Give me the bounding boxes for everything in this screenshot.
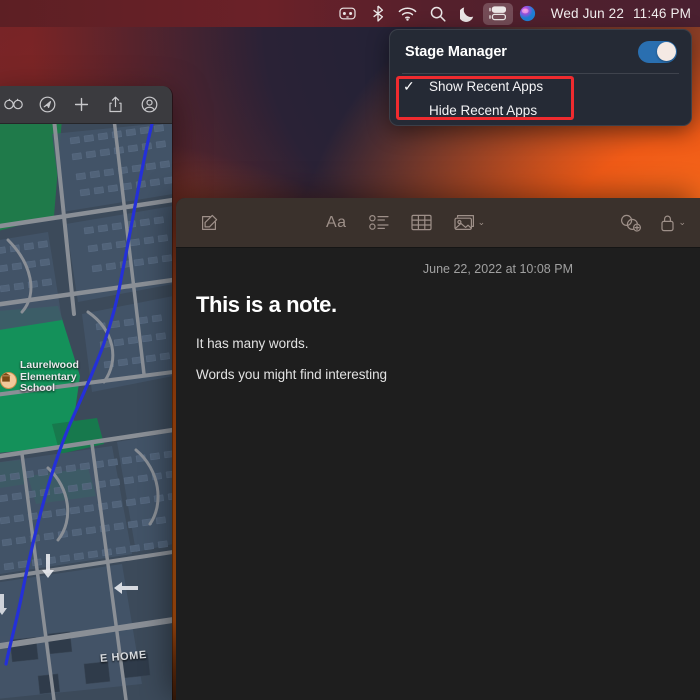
music-controls-icon[interactable] xyxy=(333,3,363,25)
menu-bar-clock[interactable]: Wed Jun 22 11:46 PM xyxy=(551,6,691,21)
menu-item-label: Show Recent Apps xyxy=(429,78,544,94)
compose-note-icon[interactable] xyxy=(192,208,226,238)
account-icon[interactable] xyxy=(132,90,166,120)
note-title[interactable]: This is a note. xyxy=(196,292,680,318)
format-text-label: Aa xyxy=(326,213,347,231)
directions-icon[interactable] xyxy=(30,90,64,120)
map-place-label: Laurelwood Elementary School xyxy=(20,359,79,394)
note-paragraph[interactable]: Words you might find interesting xyxy=(196,367,680,382)
menu-item-label: Hide Recent Apps xyxy=(429,102,538,118)
share-icon[interactable] xyxy=(98,90,132,120)
menu-item-show-recent-apps[interactable]: ✓ Show Recent Apps xyxy=(390,74,691,98)
stage-manager-menu[interactable]: Stage Manager ✓ Show Recent Apps Hide Re… xyxy=(389,29,692,126)
school-marker-icon[interactable] xyxy=(0,372,17,389)
note-paragraph[interactable]: It has many words. xyxy=(196,336,680,351)
media-chevron-down-icon[interactable]: ⌄ xyxy=(478,217,486,228)
notes-toolbar: Aa ⌄ ⌄ xyxy=(176,198,700,248)
look-around-icon[interactable] xyxy=(0,90,30,120)
siri-icon[interactable] xyxy=(513,3,543,25)
table-icon[interactable] xyxy=(410,208,432,238)
stage-manager-header: Stage Manager xyxy=(390,30,691,73)
checklist-icon[interactable] xyxy=(368,208,389,238)
media-icon[interactable]: ⌄ xyxy=(453,208,486,238)
checkmark-icon: ✓ xyxy=(403,77,415,94)
lock-chevron-down-icon[interactable]: ⌄ xyxy=(678,217,686,228)
maps-toolbar xyxy=(0,86,172,124)
menu-bar: Wed Jun 22 11:46 PM xyxy=(0,0,700,27)
stage-manager-toggle[interactable] xyxy=(638,40,677,63)
menu-bar-time: 11:46 PM xyxy=(633,6,691,21)
stage-manager-title: Stage Manager xyxy=(405,43,507,60)
note-timestamp: June 22, 2022 at 10:08 PM xyxy=(422,262,573,276)
bluetooth-icon[interactable] xyxy=(363,3,393,25)
format-text-icon[interactable]: Aa xyxy=(326,208,347,238)
note-editor[interactable]: June 22, 2022 at 10:08 PM This is a note… xyxy=(176,248,700,700)
do-not-disturb-icon[interactable] xyxy=(453,3,483,25)
add-icon[interactable] xyxy=(64,90,98,120)
menu-item-hide-recent-apps[interactable]: Hide Recent Apps xyxy=(390,98,691,122)
menu-bar-date: Wed Jun 22 xyxy=(550,6,625,21)
search-icon[interactable] xyxy=(423,3,453,25)
wifi-icon[interactable] xyxy=(393,3,423,25)
maps-window[interactable]: Laurelwood Elementary School E HOME xyxy=(0,86,173,700)
collaborate-icon[interactable] xyxy=(620,208,642,238)
lock-icon[interactable]: ⌄ xyxy=(660,208,686,238)
stage-manager-icon[interactable] xyxy=(482,2,513,25)
map-canvas[interactable]: Laurelwood Elementary School E HOME xyxy=(0,124,172,700)
notes-window[interactable]: Aa ⌄ ⌄ June 22, 2022 at 10:08 PM This is… xyxy=(176,198,700,700)
